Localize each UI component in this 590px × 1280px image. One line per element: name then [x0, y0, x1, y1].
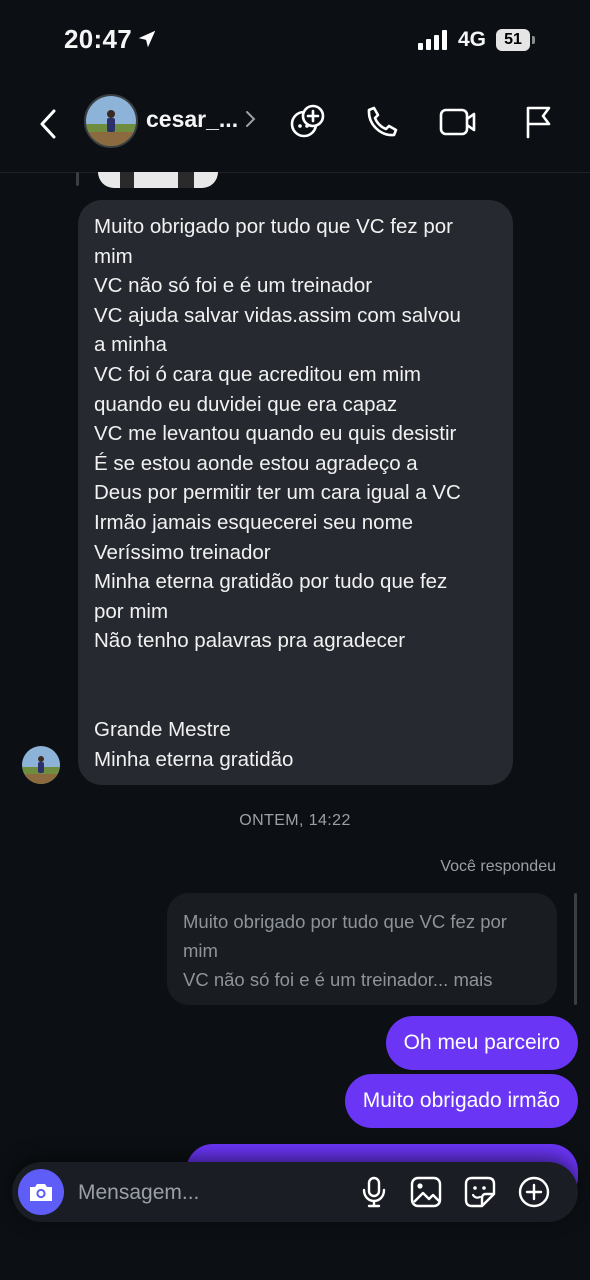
battery-cap: [532, 36, 535, 44]
message-timestamp: ONTEM, 14:22: [239, 812, 351, 829]
outgoing-message-bubble[interactable]: Muito obrigado irmão: [344, 1074, 578, 1128]
audio-call-button[interactable]: [360, 100, 404, 144]
message-text-line: Grande Mestre: [94, 718, 231, 742]
contact-username[interactable]: cesar_...: [146, 106, 238, 133]
add-people-button[interactable]: [286, 100, 330, 144]
battery-icon: 51: [496, 29, 536, 51]
add-people-icon: [290, 104, 325, 138]
message-text-line: quando eu duvidei que era capaz: [94, 392, 398, 416]
camera-button[interactable]: [18, 1169, 64, 1215]
message-text-line: É se estou aonde estou agradeço a: [94, 451, 418, 475]
message-text-line: VC ajuda salvar vidas.assim com salvou: [94, 303, 461, 327]
report-flag-button[interactable]: [516, 100, 560, 144]
quote-indicator-bar: [574, 893, 577, 1005]
cellular-signal-icon: [418, 30, 447, 50]
message-text-line: [94, 686, 497, 716]
message-composer: [12, 1162, 578, 1224]
sticker-button[interactable]: [462, 1174, 498, 1210]
message-text-line: Deus por permitir ter um cara igual a VC: [94, 481, 461, 505]
message-text-line: VC não só foi e é um treinador: [94, 274, 373, 298]
contact-avatar[interactable]: [84, 94, 138, 148]
message-text-line: por mim: [94, 599, 169, 623]
message-text-line: Não tenho palavras pra agradecer: [94, 629, 406, 653]
image-gallery-icon: [410, 1176, 442, 1208]
status-bar: 20:47 4G 51: [0, 0, 590, 80]
message-text-line: Minha eterna gratidão por tudo que fez: [94, 570, 448, 594]
location-arrow-icon: [138, 30, 156, 48]
reply-label: Você respondeu: [440, 858, 556, 875]
incoming-message-bubble[interactable]: Muito obrigado por tudo que VC fez por mi…: [78, 200, 513, 785]
quoted-text-line[interactable]: VC não só foi e é um treinador... mais: [183, 965, 541, 994]
message-text-line: Veríssimo treinador: [94, 540, 271, 564]
battery-level: 51: [496, 29, 530, 51]
reply-indicator-line: [76, 172, 79, 186]
message-text-line: mim: [94, 244, 133, 268]
microphone-icon: [362, 1176, 386, 1208]
video-camera-icon: [439, 108, 476, 136]
shared-photo-thumbnail[interactable]: [98, 172, 218, 188]
chevron-right-icon[interactable]: [242, 108, 258, 130]
sender-avatar[interactable]: [22, 746, 60, 784]
more-options-button[interactable]: [516, 1174, 552, 1210]
message-text-line: Muito obrigado por tudo que VC fez por: [94, 215, 453, 238]
voice-message-button[interactable]: [356, 1174, 392, 1210]
outgoing-message-bubble[interactable]: Oh meu parceiro: [385, 1016, 578, 1070]
message-text-line: VC foi ó cara que acreditou em mim: [94, 362, 421, 386]
sticker-icon: [464, 1176, 496, 1208]
network-type: 4G: [458, 28, 487, 51]
message-text-line: Minha eterna gratidão: [94, 747, 294, 771]
back-button[interactable]: [30, 104, 66, 144]
message-text-line: [94, 656, 497, 686]
message-text-line: VC me levantou quando eu quis desistir: [94, 422, 457, 446]
message-text-line: Irmão jamais esquecerei seu nome: [94, 510, 414, 534]
phone-icon: [367, 106, 398, 137]
camera-icon: [30, 1184, 52, 1201]
plus-circle-icon: [518, 1176, 550, 1208]
quoted-reply-bubble[interactable]: Muito obrigado por tudo que VC fez por m…: [167, 893, 557, 1005]
flag-icon: [526, 106, 551, 139]
chat-header: cesar_...: [0, 80, 590, 173]
video-call-button[interactable]: [436, 100, 480, 144]
message-input[interactable]: [76, 1162, 340, 1224]
message-text-line: a minha: [94, 333, 167, 357]
status-time: 20:47: [64, 24, 132, 54]
gallery-button[interactable]: [408, 1174, 444, 1210]
quoted-text-line: mim: [183, 940, 218, 961]
chevron-left-icon: [40, 109, 56, 139]
quoted-text-line: Muito obrigado por tudo que VC fez por: [183, 911, 507, 932]
